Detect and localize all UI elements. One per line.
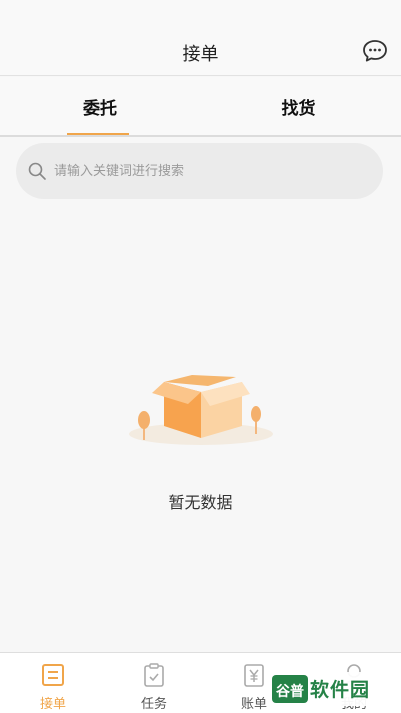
empty-state-text: 暂无数据 <box>168 493 233 512</box>
nav-item-tasks-label: 任务 <box>140 697 167 712</box>
order-list-icon <box>42 664 64 686</box>
page-title: 接单 <box>182 44 219 65</box>
tab-entrust-label: 委托 <box>83 98 117 119</box>
search-icon <box>28 162 46 180</box>
top-tabs: 委托 找货 <box>0 77 401 137</box>
nav-item-orders[interactable]: 接单 <box>3 653 103 713</box>
chat-button[interactable] <box>362 39 388 63</box>
tab-find-goods-label: 找货 <box>281 98 316 119</box>
watermark-logo-text: 谷普 <box>276 683 304 700</box>
app-header: 接单 <box>0 0 401 76</box>
active-tab-indicator <box>67 133 129 135</box>
empty-box-icon <box>129 375 273 445</box>
nav-item-tasks[interactable]: 任务 <box>104 653 204 713</box>
clipboard-check-icon <box>144 663 164 687</box>
search-input[interactable] <box>54 156 354 186</box>
yuan-bill-icon <box>244 664 264 687</box>
watermark-logo: 谷普 <box>272 675 308 703</box>
nav-item-bills-label: 账单 <box>240 697 267 712</box>
nav-item-orders-label: 接单 <box>39 697 66 712</box>
search-bar[interactable] <box>16 143 383 199</box>
watermark-text: 软件园 <box>310 679 371 701</box>
watermark: 谷普 软件园 <box>272 672 394 706</box>
tab-find-goods[interactable]: 找货 <box>200 77 397 135</box>
tab-entrust[interactable]: 委托 <box>0 77 200 135</box>
chat-bubble-icon <box>363 40 387 62</box>
